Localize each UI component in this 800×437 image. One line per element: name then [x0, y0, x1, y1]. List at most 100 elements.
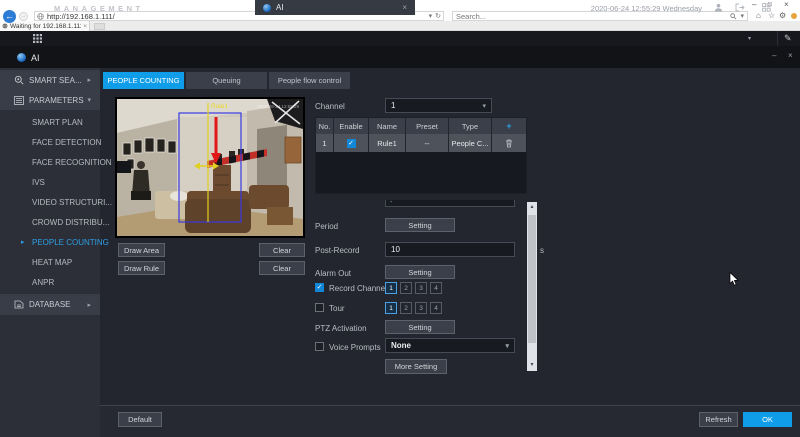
dropdown-caret-icon: ▾ — [482, 102, 486, 110]
record-channel-label: Record Channel — [329, 284, 387, 293]
header-enable: Enable — [334, 118, 369, 134]
alarm-out-label: Alarm Out — [315, 269, 351, 278]
forward-button[interactable]: → — [19, 12, 28, 21]
window-minimize-icon[interactable]: – — [752, 0, 756, 10]
record-channel-3-button[interactable]: 3 — [415, 282, 427, 294]
selected-arrow-icon: ▸ — [21, 238, 25, 246]
tour-checkbox[interactable] — [315, 303, 324, 312]
tour-channel-3-button[interactable]: 3 — [415, 302, 427, 314]
compat-caret-icon[interactable]: ▾ — [429, 12, 433, 21]
sidebar-item-crowd-distribution[interactable]: CROWD DISTRIBU... — [0, 212, 100, 232]
add-rule-button[interactable]: + — [492, 118, 526, 134]
sidebar-item-people-counting[interactable]: ▸ PEOPLE COUNTING — [0, 232, 100, 252]
record-channel-2-button[interactable]: 2 — [400, 282, 412, 294]
sidebar-item-anpr[interactable]: ANPR — [0, 272, 100, 292]
sidebar-item-heat-map[interactable]: HEAT MAP — [0, 252, 100, 272]
sidebar-item-label: IVS — [32, 178, 45, 187]
tour-label: Tour — [329, 304, 345, 313]
datetime-text: 2020-06-24 12:55:29 Wednesday — [591, 4, 702, 13]
default-button[interactable]: Default — [118, 412, 162, 427]
logout-icon[interactable] — [735, 3, 745, 12]
search-caret-icon[interactable]: ▾ — [740, 12, 744, 21]
video-preview[interactable]: 2020-06-24 12:55:29 Rule1 — [115, 97, 305, 238]
menu-grid-icon[interactable] — [33, 34, 42, 43]
settings-gear-icon[interactable]: ⚙ — [779, 11, 786, 21]
ai-app-tab-close-icon[interactable]: × — [402, 3, 407, 12]
voice-prompts-value: None — [391, 341, 411, 350]
scroll-down-icon[interactable]: ▾ — [527, 360, 537, 371]
refresh-icon[interactable]: ↻ — [435, 12, 441, 21]
feedback-icon[interactable] — [791, 13, 797, 19]
tour-channel-1-button[interactable]: 1 — [385, 302, 397, 314]
scrollbar-thumb[interactable] — [528, 215, 536, 343]
period-label: Period — [315, 222, 338, 231]
clipped-field[interactable]: - — [385, 200, 515, 207]
page-close-icon[interactable]: × — [788, 51, 793, 60]
alarm-out-setting-button[interactable]: Setting — [385, 265, 455, 279]
delete-rule-button[interactable] — [492, 134, 526, 152]
voice-prompts-dropdown[interactable]: None ▾ — [385, 338, 515, 353]
ok-button[interactable]: OK — [743, 412, 792, 427]
new-tab-button[interactable] — [94, 23, 105, 30]
tour-channel-4-button[interactable]: 4 — [430, 302, 442, 314]
page-minimize-icon[interactable]: – — [772, 51, 776, 60]
sidebar-item-label: FACE DETECTION — [32, 138, 101, 147]
parameters-list-icon — [14, 96, 24, 105]
favorites-star-icon[interactable]: ☆ — [768, 11, 775, 21]
mouse-cursor — [729, 272, 739, 286]
browser-tab[interactable]: Waiting for 192.168.1.111... × — [0, 21, 90, 31]
tab-people-flow-control[interactable]: People flow control — [269, 72, 350, 89]
sidebar-item-face-recognition[interactable]: FACE RECOGNITION — [0, 152, 100, 172]
logout-caret-icon[interactable]: ▾ — [748, 35, 751, 42]
home-icon[interactable]: ⌂ — [756, 11, 761, 21]
voice-prompts-checkbox[interactable] — [315, 342, 324, 351]
scroll-up-icon[interactable]: ▴ — [527, 202, 537, 213]
record-channel-4-button[interactable]: 4 — [430, 282, 442, 294]
person — [137, 161, 145, 169]
draw-rule-button[interactable]: Draw Rule — [118, 261, 165, 275]
sidebar-group-database[interactable]: DATABASE ▸ — [0, 294, 100, 315]
back-button[interactable]: ← — [3, 10, 16, 23]
sidebar-item-video-structuring[interactable]: VIDEO STRUCTURI... — [0, 192, 100, 212]
apps-grid-icon[interactable] — [762, 3, 771, 12]
sidebar-item-ivs[interactable]: IVS — [0, 172, 100, 192]
ai-app-tab-label: AI — [276, 3, 284, 12]
user-icon[interactable] — [714, 3, 723, 12]
more-setting-button[interactable]: More Setting — [385, 359, 447, 374]
tab-queuing[interactable]: Queuing — [186, 72, 267, 89]
clipped-field-value: - — [390, 200, 392, 206]
ptz-setting-button[interactable]: Setting — [385, 320, 455, 334]
window-close-icon[interactable]: × — [784, 0, 789, 10]
record-channel-1-button[interactable]: 1 — [385, 282, 397, 294]
sidebar-group-label: SMART SEA... — [29, 76, 82, 85]
page-header: AI – × — [0, 46, 800, 68]
channel-dropdown[interactable]: 1 ▾ — [385, 98, 492, 113]
management-title[interactable]: MANAGEMENT — [54, 4, 144, 13]
tab-people-counting[interactable]: PEOPLE COUNTING — [103, 72, 184, 89]
table-row[interactable]: 1 ✓ Rule1 -- People C... — [316, 134, 526, 152]
tour-channel-2-button[interactable]: 2 — [400, 302, 412, 314]
rule-enable-checkbox[interactable]: ✓ — [347, 139, 356, 148]
search-icon[interactable] — [730, 13, 737, 20]
sidebar-item-label: HEAT MAP — [32, 258, 72, 267]
sidebar-group-label: PARAMETERS — [29, 96, 84, 105]
search-input[interactable] — [456, 12, 727, 20]
ptz-activation-label: PTZ Activation — [315, 324, 367, 333]
sidebar-item-face-detection[interactable]: FACE DETECTION — [0, 132, 100, 152]
post-record-input[interactable] — [386, 243, 514, 256]
sidebar-group-smart-search[interactable]: SMART SEA... ▸ — [0, 70, 100, 90]
clear-area-button[interactable]: Clear — [259, 243, 305, 257]
refresh-button[interactable]: Refresh — [699, 412, 738, 427]
period-setting-button[interactable]: Setting — [385, 218, 455, 232]
camera-scene: 2020-06-24 12:55:29 Rule1 — [117, 99, 303, 236]
tab-close-icon[interactable]: × — [83, 23, 87, 30]
form-scrollbar[interactable]: ▴ ▾ — [527, 202, 537, 371]
page-ai-sphere-icon — [17, 53, 26, 62]
clear-rule-button[interactable]: Clear — [259, 261, 305, 275]
record-channel-checkbox[interactable]: ✓ — [315, 283, 324, 292]
pen-icon[interactable]: ✎ — [784, 33, 792, 44]
sidebar-group-parameters[interactable]: PARAMETERS ▾ — [0, 90, 100, 110]
ai-app-tab[interactable]: AI × — [255, 0, 415, 15]
sidebar-item-smart-plan[interactable]: SMART PLAN — [0, 112, 100, 132]
draw-area-button[interactable]: Draw Area — [118, 243, 165, 257]
